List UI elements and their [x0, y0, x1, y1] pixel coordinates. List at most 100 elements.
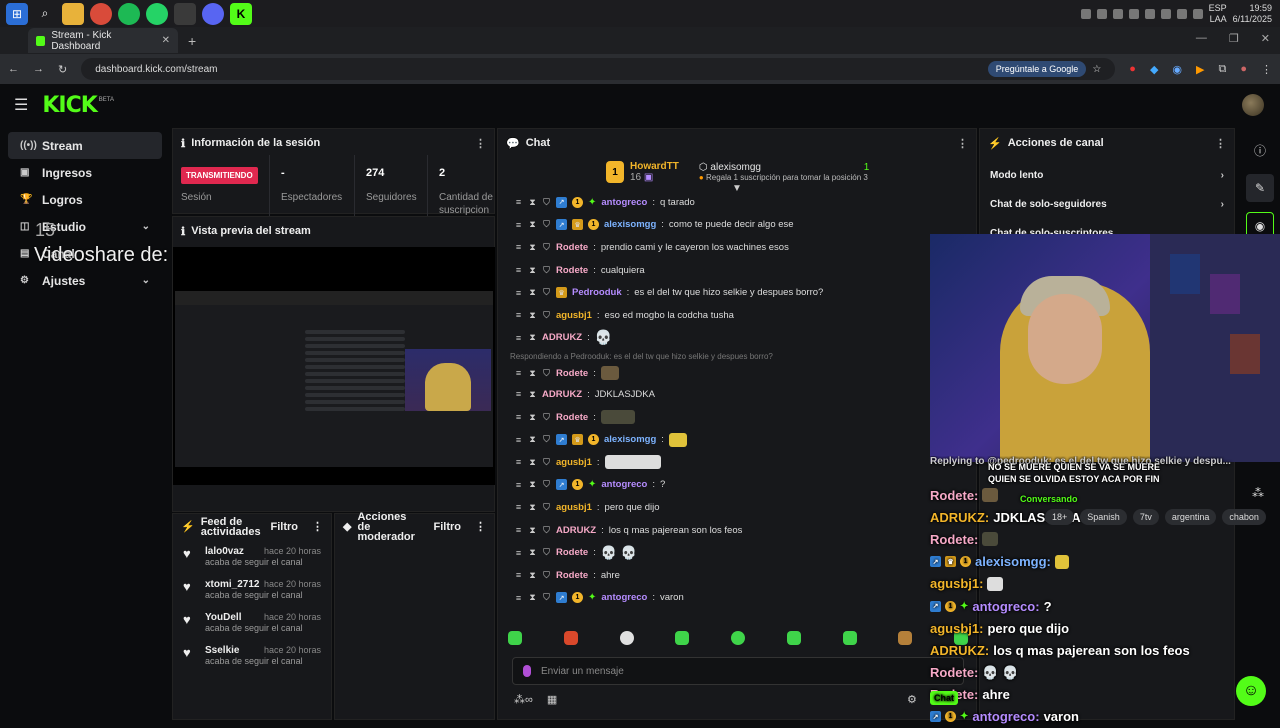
- timeout-icon[interactable]: ⧗: [528, 502, 537, 513]
- tray-icon[interactable]: [1128, 9, 1139, 19]
- bookmark-star-icon[interactable]: ☆: [1092, 64, 1101, 75]
- wifi-icon[interactable]: [1176, 9, 1187, 19]
- restore-icon[interactable]: ❐: [1229, 32, 1239, 45]
- sidebar-item-estudio[interactable]: ◫ Estudio ⌄: [8, 213, 162, 240]
- chat-username[interactable]: alexisomgg: [604, 219, 656, 230]
- drag-icon[interactable]: ≡: [514, 389, 523, 399]
- tag[interactable]: 18+: [1045, 509, 1075, 525]
- forward-icon[interactable]: →: [33, 63, 44, 75]
- drag-icon[interactable]: ≡: [514, 548, 523, 558]
- drag-icon[interactable]: ≡: [514, 593, 523, 603]
- tray-clock[interactable]: 19:59 6/11/2025: [1233, 3, 1272, 25]
- emote-button[interactable]: [675, 631, 690, 645]
- ban-icon[interactable]: ⛉: [542, 242, 551, 253]
- emote-button[interactable]: [842, 631, 857, 645]
- sidebar-item-stream[interactable]: ((•)) Stream: [8, 132, 162, 159]
- timeout-icon[interactable]: ⧗: [528, 525, 537, 536]
- more-options-icon[interactable]: ⋮: [1215, 137, 1226, 150]
- minimize-icon[interactable]: —: [1196, 32, 1207, 45]
- extensions-puzzle-icon[interactable]: ⧉: [1218, 63, 1226, 76]
- whatsapp-icon[interactable]: [146, 2, 168, 25]
- discord-icon[interactable]: [202, 2, 224, 25]
- drag-icon[interactable]: ≡: [514, 197, 523, 207]
- ban-icon[interactable]: ⛉: [542, 570, 551, 581]
- chat-username[interactable]: alexisomgg: [604, 434, 656, 445]
- timeout-icon[interactable]: ⧗: [528, 389, 537, 400]
- chat-username[interactable]: Rodete: [556, 570, 588, 581]
- windows-start-icon[interactable]: ⊞: [6, 2, 28, 25]
- timeout-icon[interactable]: ⧗: [528, 219, 537, 230]
- drag-icon[interactable]: ≡: [514, 265, 523, 275]
- chat-username[interactable]: Rodete: [556, 242, 588, 253]
- chat-settings-gear-icon[interactable]: ⚙: [907, 693, 917, 706]
- timeout-icon[interactable]: ⧗: [528, 457, 537, 468]
- timeout-icon[interactable]: ⧗: [528, 332, 537, 343]
- drag-icon[interactable]: ≡: [514, 480, 523, 490]
- followers-only-row[interactable]: Chat de solo-seguidores ›: [980, 190, 1234, 219]
- community-icon[interactable]: ⁂∞: [514, 693, 533, 706]
- edit-pencil-icon[interactable]: ✎: [1246, 174, 1274, 202]
- chat-username[interactable]: agusbj1: [556, 502, 592, 513]
- timeout-icon[interactable]: ⧗: [528, 242, 537, 253]
- help-chat-button[interactable]: ☺: [1236, 676, 1266, 706]
- ban-icon[interactable]: ⛉: [542, 287, 551, 298]
- drag-icon[interactable]: ≡: [514, 435, 523, 445]
- gift-prompt[interactable]: Regala 1 suscripción para tomar la posic…: [706, 173, 868, 182]
- store-icon[interactable]: ▦: [547, 693, 557, 706]
- tag[interactable]: argentina: [1164, 509, 1217, 525]
- more-options-icon[interactable]: ⋮: [475, 522, 486, 533]
- ban-icon[interactable]: ⛉: [542, 547, 551, 558]
- ban-icon[interactable]: ⛉: [542, 310, 551, 321]
- timeout-icon[interactable]: ⧗: [528, 310, 537, 321]
- extension-icon[interactable]: ●: [1129, 63, 1136, 75]
- chat-username[interactable]: Rodete: [556, 547, 588, 558]
- drag-icon[interactable]: ≡: [514, 368, 523, 378]
- emote-button[interactable]: [563, 631, 578, 645]
- ban-icon[interactable]: ⛉: [542, 479, 551, 490]
- tag[interactable]: chabon: [1222, 509, 1266, 525]
- app-icon[interactable]: [174, 2, 196, 25]
- timeout-icon[interactable]: ⧗: [528, 547, 537, 558]
- drag-icon[interactable]: ≡: [514, 412, 523, 422]
- slow-mode-row[interactable]: Modo lento ›: [980, 161, 1234, 190]
- file-explorer-icon[interactable]: [62, 2, 84, 25]
- back-icon[interactable]: ←: [8, 63, 19, 75]
- ban-icon[interactable]: ⛉: [542, 412, 551, 423]
- timeout-icon[interactable]: ⧗: [528, 434, 537, 445]
- spotify-icon[interactable]: [118, 2, 140, 25]
- chat-username[interactable]: agusbj1: [556, 310, 592, 321]
- timeout-icon[interactable]: ⧗: [528, 287, 537, 298]
- drag-icon[interactable]: ≡: [514, 502, 523, 512]
- close-tab-icon[interactable]: ✕: [162, 35, 170, 46]
- chat-username[interactable]: Rodete: [556, 265, 588, 276]
- info-icon[interactable]: ⓘ: [1246, 136, 1274, 164]
- drag-icon[interactable]: ≡: [514, 525, 523, 535]
- timeout-icon[interactable]: ⧗: [528, 479, 537, 490]
- kick-logo[interactable]: KICK: [42, 93, 97, 118]
- drag-icon[interactable]: ≡: [514, 242, 523, 252]
- ban-icon[interactable]: ⛉: [542, 368, 551, 379]
- chat-username[interactable]: Rodete: [556, 368, 588, 379]
- filter-button[interactable]: Filtro: [271, 522, 299, 533]
- search-icon[interactable]: ⌕: [34, 3, 56, 25]
- more-options-icon[interactable]: ⋮: [312, 522, 323, 533]
- more-options-icon[interactable]: ⋮: [957, 137, 968, 150]
- ban-icon[interactable]: ⛉: [542, 502, 551, 513]
- microphone-icon[interactable]: [523, 665, 531, 677]
- ban-icon[interactable]: ⛉: [542, 457, 551, 468]
- tray-icon[interactable]: [1096, 9, 1107, 19]
- profile-avatar-icon[interactable]: ●: [1240, 63, 1247, 75]
- emote-button[interactable]: [619, 631, 634, 645]
- browser-menu-icon[interactable]: ⋮: [1261, 63, 1272, 76]
- browser-tab[interactable]: Stream - Kick Dashboard ✕: [28, 28, 178, 53]
- chat-username[interactable]: ADRUKZ: [556, 525, 596, 536]
- chat-username[interactable]: antogreco: [601, 479, 647, 490]
- extension-icon[interactable]: ◉: [1172, 63, 1182, 76]
- tag[interactable]: 7tv: [1132, 509, 1159, 525]
- ban-icon[interactable]: ⛉: [542, 434, 551, 445]
- chrome-icon[interactable]: [90, 2, 112, 25]
- ask-google-button[interactable]: Pregúntale a Google: [987, 61, 1087, 77]
- emote-button[interactable]: [731, 631, 745, 645]
- chat-username[interactable]: Pedrooduk: [572, 287, 622, 298]
- volume-icon[interactable]: [1192, 9, 1203, 19]
